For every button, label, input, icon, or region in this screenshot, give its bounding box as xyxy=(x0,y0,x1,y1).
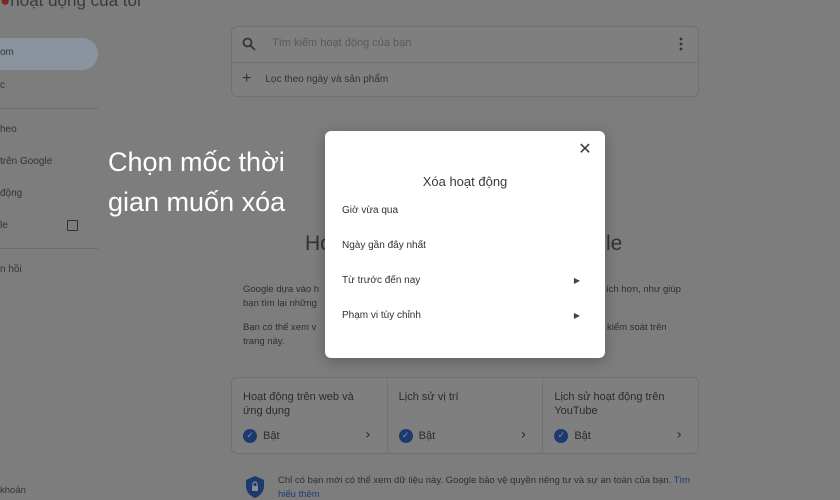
card-web-app-activity[interactable]: Hoạt động trên web và ứng dụng ✓ Bật › xyxy=(232,378,388,453)
card-status: ✓ Bật xyxy=(398,429,435,443)
sidebar-divider-2 xyxy=(0,248,98,249)
filter-label: Lọc theo ngày và sản phẩm xyxy=(265,73,389,85)
sidebar-item-6[interactable]: le xyxy=(0,220,8,231)
hero-text-2-right: kiểm soát trên xyxy=(607,322,667,333)
card-status: ✓ Bật xyxy=(243,429,280,443)
hero-heading-right: le xyxy=(606,232,623,255)
hero-text-1-right: ích hơn, như giúp xyxy=(606,284,681,295)
filter-button[interactable]: + Lọc theo ngày và sản phẩm xyxy=(242,71,388,87)
dialog-title: Xóa hoạt động xyxy=(422,174,508,189)
external-link-icon xyxy=(67,220,78,231)
app-title: ●hoạt động của tôi xyxy=(0,0,141,10)
option-all-time[interactable]: Từ trước đến nay ▶ xyxy=(342,270,590,292)
option-last-day[interactable]: Ngày gần đây nhất xyxy=(342,235,590,257)
sidebar-divider xyxy=(0,108,98,109)
chevron-right-icon[interactable]: › xyxy=(676,427,682,443)
search-row xyxy=(232,27,698,63)
check-circle-icon: ✓ xyxy=(243,429,257,443)
sidebar-active-highlight xyxy=(0,38,98,70)
caret-right-icon: ▶ xyxy=(573,311,580,320)
hero-text-1-left: Google dựa vào h bạn tìm lại những xyxy=(243,284,320,309)
option-custom-range[interactable]: Phạm vi tùy chỉnh ▶ xyxy=(342,305,590,327)
close-icon[interactable]: ✕ xyxy=(578,141,592,157)
sidebar-item-4[interactable]: trên Google xyxy=(0,156,52,167)
card-location-history[interactable]: Lịch sử vị trí ✓ Bật › xyxy=(388,378,544,453)
card-youtube-history[interactable]: Lịch sử hoạt động trên YouTube ✓ Bật › xyxy=(543,378,698,453)
caret-right-icon: ▶ xyxy=(573,276,580,285)
delete-activity-dialog: ✕ Xóa hoạt động Giờ vừa qua Ngày gần đây… xyxy=(325,131,605,358)
more-options-icon[interactable] xyxy=(678,37,684,51)
hero-text-2-left: Bạn có thể xem v trang này. xyxy=(243,322,317,347)
check-circle-icon: ✓ xyxy=(554,429,569,443)
card-status: ✓ Bật xyxy=(554,429,591,443)
chevron-right-icon[interactable]: › xyxy=(521,427,527,443)
activity-controls-cards: Hoạt động trên web và ứng dụng ✓ Bật › Lị… xyxy=(231,377,699,454)
chevron-right-icon[interactable]: › xyxy=(365,427,371,443)
sidebar-item-2[interactable]: c xyxy=(0,80,5,91)
sidebar-item-5[interactable]: động xyxy=(0,188,22,199)
sidebar-footer-account[interactable]: khoản xyxy=(0,485,26,496)
tutorial-caption: Chọn mốc thời gian muốn xóa xyxy=(108,147,286,217)
card-title: Lịch sử hoạt động trên YouTube xyxy=(554,391,665,417)
sidebar-item-7[interactable]: n hồi xyxy=(0,264,22,275)
sidebar-item-3[interactable]: heo xyxy=(0,124,17,135)
privacy-text: Chỉ có bạn mới có thể xem dữ liệu này. G… xyxy=(278,475,691,500)
card-title: Lịch sử vị trí xyxy=(398,391,459,403)
plus-icon: + xyxy=(242,70,252,87)
sidebar-item-home[interactable]: om xyxy=(0,47,14,58)
search-icon[interactable] xyxy=(242,37,256,51)
check-circle-icon: ✓ xyxy=(398,429,413,443)
card-title: Hoạt động trên web và ứng dụng xyxy=(243,391,354,417)
option-last-hour[interactable]: Giờ vừa qua xyxy=(342,200,590,222)
search-card: + Lọc theo ngày và sản phẩm xyxy=(231,26,699,97)
shield-lock-icon xyxy=(246,476,264,498)
search-input[interactable] xyxy=(272,37,652,49)
